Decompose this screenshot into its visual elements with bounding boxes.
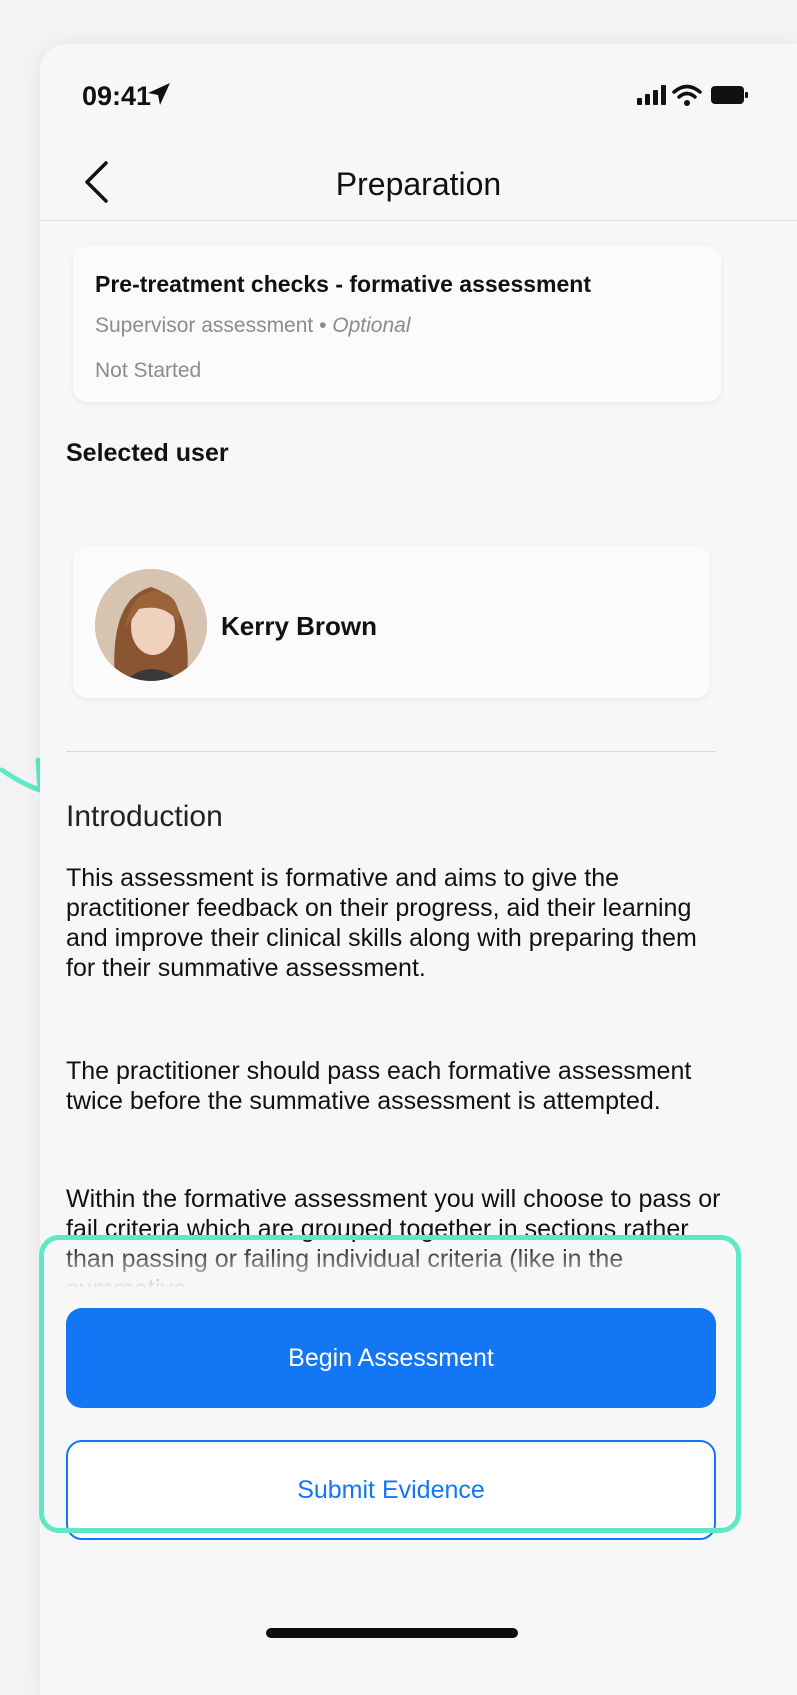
wifi-icon [672,84,702,106]
optional-label: Optional [332,314,411,337]
battery-icon [711,86,748,104]
separator: • [313,314,333,337]
assessment-status: Not Started [95,359,202,382]
divider [66,751,716,752]
assessment-card[interactable]: Pre-treatment checks - formative assessm… [73,246,721,402]
introduction-heading: Introduction [66,800,223,833]
home-indicator [266,1628,518,1638]
avatar [95,569,207,681]
selected-user-label: Selected user [66,439,229,467]
highlight-outline [39,1235,741,1533]
intro-paragraph-2: The practitioner should pass each format… [66,1057,692,1115]
status-bar: 09:41 [40,44,797,140]
signal-icon [637,85,666,105]
location-arrow-icon [148,83,170,105]
assessment-subtitle: Supervisor assessment • Optional [95,314,411,338]
navigation-bar: Preparation [40,144,797,221]
assessment-type: Supervisor assessment [95,314,314,337]
page-title: Preparation [335,166,502,202]
status-time: 09:41 [82,81,152,111]
assessment-title: Pre-treatment checks - formative assessm… [95,271,592,297]
intro-paragraph-1: This assessment is formative and aims to… [66,864,697,982]
user-name: Kerry Brown [221,611,378,641]
